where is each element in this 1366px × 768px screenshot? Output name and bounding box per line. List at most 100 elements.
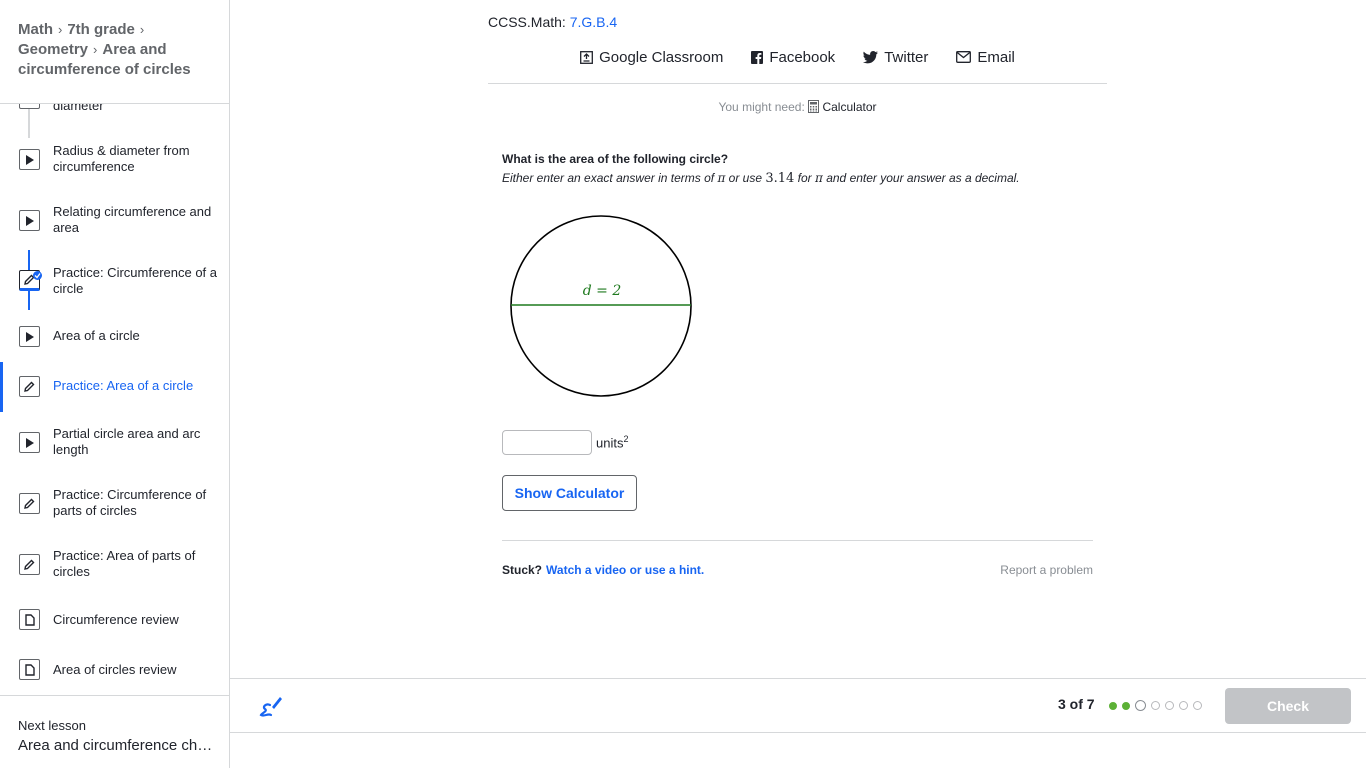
play-icon <box>19 104 40 109</box>
sidebar-item-circumference-review[interactable]: Circumference review <box>0 604 229 644</box>
progress-dot <box>1151 701 1160 710</box>
sidebar-item-label: Radius & diameter from circumference <box>53 143 190 174</box>
share-label: Email <box>977 48 1015 66</box>
email-button[interactable]: Email <box>956 46 1015 68</box>
instruction-text: for <box>794 171 815 185</box>
progress-dot <box>1165 701 1174 710</box>
share-label: Google Classroom <box>599 48 724 66</box>
progress-dot-complete <box>1109 701 1117 710</box>
share-label: Twitter <box>884 48 929 66</box>
sidebar-item-label: Practice: Circumference of a circle <box>53 265 218 296</box>
sidebar-item-label: diameter <box>53 104 104 113</box>
google-classroom-icon <box>580 50 594 64</box>
next-lesson-title: Area and circumference challenge problem… <box>18 737 213 754</box>
email-icon <box>956 51 972 63</box>
answer-row: units2 <box>502 430 628 455</box>
pencil-icon <box>19 376 40 397</box>
share-label: Facebook <box>769 48 836 66</box>
standard-prefix: CCSS.Math: <box>488 14 570 30</box>
sidebar-item-label: Circumference review <box>53 612 179 627</box>
circle-diagram: d = 2 <box>510 215 692 397</box>
question-prompt: What is the area of the following circle… <box>502 152 729 166</box>
sidebar-item-label: Practice: Area of parts of circles <box>53 548 196 579</box>
units-label: units2 <box>596 434 628 450</box>
article-icon <box>19 609 40 630</box>
sidebar-item-area-of-circle[interactable]: Area of a circle <box>0 317 229 357</box>
hint-link[interactable]: Watch a video or use a hint. <box>546 563 704 577</box>
exercise-footer: 3 of 7 Check <box>230 678 1366 733</box>
might-need-label: You might need: <box>718 100 805 114</box>
pencil-icon <box>19 493 40 514</box>
sidebar-item-area-review[interactable]: Area of circles review <box>0 654 229 694</box>
chevron-right-icon: › <box>93 42 98 57</box>
breadcrumb-math[interactable]: Math <box>18 21 53 38</box>
play-icon <box>19 432 40 453</box>
active-indicator <box>0 362 3 412</box>
stuck-section: Stuck? Watch a video or use a hint. <box>502 563 704 577</box>
sidebar-item-diameter[interactable]: diameter <box>0 104 229 128</box>
breadcrumb-7th-grade[interactable]: 7th grade <box>67 21 135 38</box>
facebook-icon <box>751 50 764 64</box>
divider <box>502 540 1093 541</box>
article-icon <box>19 659 40 680</box>
twitter-icon <box>863 50 879 63</box>
instruction-text: Either enter an exact answer in terms of <box>502 171 718 185</box>
sidebar-item-label: Area of circles review <box>53 662 177 677</box>
play-icon <box>19 210 40 231</box>
sidebar-item-label: Practice: Circumference of parts of circ… <box>53 487 207 518</box>
instruction-text: and enter your answer as a decimal. <box>822 171 1020 185</box>
play-icon <box>19 149 40 170</box>
calculator-label: Calculator <box>822 100 877 114</box>
progress-dot <box>1179 701 1188 710</box>
google-classroom-button[interactable]: Google Classroom <box>580 46 723 68</box>
sidebar-item-label: Practice: Area of a circle <box>53 378 194 393</box>
scratchpad-button[interactable] <box>258 693 284 724</box>
answer-input[interactable] <box>502 430 592 455</box>
share-bar: Google Classroom Facebook Twitter Email <box>488 46 1107 84</box>
units-text: units <box>596 435 624 451</box>
sidebar-item-label: Area of a circle <box>53 328 140 343</box>
sidebar-item-practice-circumference-parts[interactable]: Practice: Circumference of parts of circ… <box>0 482 229 536</box>
pi-symbol: π <box>814 171 823 185</box>
chevron-right-icon: › <box>139 22 145 37</box>
scratchpad-pencil-icon <box>259 697 282 717</box>
report-problem-link[interactable]: Report a problem <box>1000 563 1093 577</box>
sidebar: Math › 7th grade › Geometry › Area and circum… <box>0 0 230 768</box>
sidebar-item-label: Partial circle area and arc length <box>53 426 201 457</box>
pi-approximation: 3.14 <box>765 171 795 186</box>
next-lesson-label: Next lesson <box>18 718 86 733</box>
circle-outline <box>510 215 692 397</box>
units-exponent: 2 <box>623 434 629 445</box>
tools-needed: You might need: Calculator <box>488 100 1107 114</box>
calculator-icon <box>808 100 820 113</box>
sidebar-item-practice-area-parts[interactable]: Practice: Area of parts of circles <box>0 543 229 597</box>
pencil-icon <box>19 554 40 575</box>
chevron-right-icon: › <box>58 22 63 37</box>
facebook-button[interactable]: Facebook <box>751 46 835 68</box>
breadcrumb: Math › 7th grade › Geometry › Area and circum… <box>18 20 218 80</box>
sidebar-item-relating-circumference[interactable]: Relating circumference and area <box>0 199 229 253</box>
progress-dots <box>1109 700 1202 711</box>
stuck-label: Stuck? <box>502 563 543 577</box>
divider <box>0 695 229 696</box>
sidebar-item-practice-area[interactable]: Practice: Area of a circle <box>0 362 229 412</box>
show-calculator-button[interactable]: Show Calculator <box>502 475 637 511</box>
check-button[interactable]: Check <box>1225 688 1351 724</box>
sidebar-item-partial-circle[interactable]: Partial circle area and arc length <box>0 421 229 475</box>
sidebar-item-practice-circumference[interactable]: Practice: Circumference of a circle <box>0 260 229 314</box>
breadcrumb-geometry[interactable]: Geometry <box>18 41 88 58</box>
calculator-tool[interactable]: Calculator <box>808 100 877 114</box>
progress-counter: 3 of 7 <box>1058 696 1095 712</box>
circle-figure: d = 2 <box>506 211 696 406</box>
sidebar-item-label: Relating circumference and area <box>53 204 212 235</box>
twitter-button[interactable]: Twitter <box>863 46 928 68</box>
instruction-text: or use <box>725 171 766 185</box>
standard-link[interactable]: 7.G.B.4 <box>570 14 617 30</box>
progress-dot-complete <box>1122 701 1130 710</box>
check-icon <box>33 271 42 280</box>
diameter-label: d = 2 <box>583 283 622 299</box>
sidebar-item-radius-diameter[interactable]: Radius & diameter from circumference <box>0 138 229 192</box>
next-lesson-link[interactable]: Next lesson Area and circumference chall… <box>18 718 218 754</box>
ccss-standard: CCSS.Math: 7.G.B.4 <box>488 14 617 30</box>
play-icon <box>19 326 40 347</box>
